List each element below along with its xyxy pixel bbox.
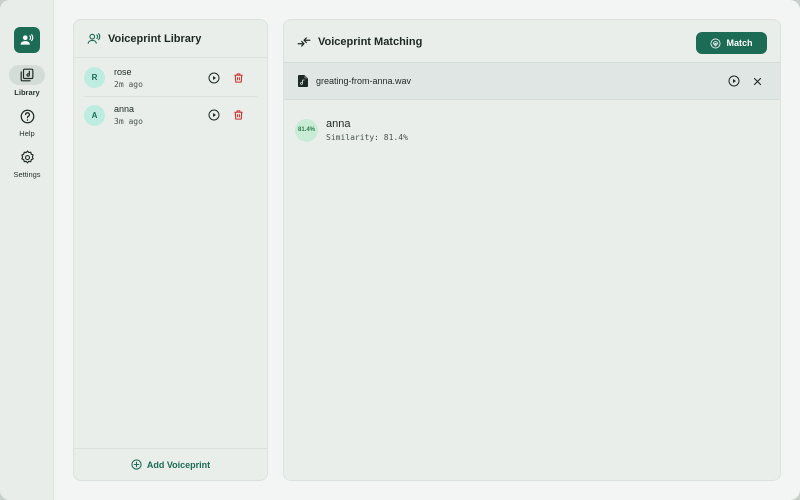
sidebar-item-label: Settings [13, 170, 41, 179]
matched-speaker-name: anna [326, 118, 351, 130]
voiceprint-name: anna [114, 104, 135, 114]
voice-user-icon [20, 34, 34, 45]
similarity-text: Similarity: 81.4% [326, 133, 408, 142]
audio-file-icon [298, 75, 308, 87]
list-item[interactable]: A anna 3m ago [84, 96, 257, 133]
voiceprint-name: rose [114, 66, 132, 77]
voiceprint-time: 2m ago [114, 79, 143, 89]
gear-icon [20, 149, 34, 163]
voiceprint-time: 3m ago [114, 117, 143, 126]
voiceprint-matching-panel: Voiceprint Matching Match greating-from-… [283, 19, 781, 481]
play-button[interactable] [207, 71, 221, 85]
avatar: R [84, 67, 105, 88]
audio-file-name: greating-from-anna.wav [316, 76, 412, 86]
remove-file-button[interactable] [750, 74, 764, 88]
match-button[interactable]: Match [696, 32, 767, 54]
add-voiceprint-button[interactable]: Add Voiceprint [74, 448, 267, 480]
selected-audio-file: greating-from-anna.wav [284, 62, 780, 100]
sidebar-item-settings[interactable]: Settings [0, 147, 54, 179]
app-window: Library Help Settings Voiceprint Library… [0, 0, 800, 500]
fingerprint-icon [710, 38, 721, 48]
sidebar-item-help[interactable]: Help [0, 106, 54, 138]
delete-button[interactable] [231, 108, 245, 122]
library-title: Voiceprint Library [108, 32, 202, 45]
match-label: Match [726, 38, 753, 48]
similarity-score-badge: 81.4% [295, 118, 318, 142]
library-header: Voiceprint Library [74, 20, 267, 58]
list-item[interactable]: R rose 2m ago [84, 59, 257, 96]
play-button[interactable] [207, 108, 221, 122]
sidebar-item-label: Library [14, 88, 40, 97]
add-voiceprint-label: Add Voiceprint [146, 459, 211, 470]
compare-arrows-icon [297, 37, 311, 47]
voice-user-icon [87, 32, 101, 44]
sidebar-item-library[interactable]: Library [0, 65, 54, 97]
trash-icon [233, 110, 243, 120]
delete-button[interactable] [231, 71, 245, 85]
match-result: 81.4% anna Similarity: 81.4% [295, 112, 769, 148]
help-icon [20, 109, 34, 123]
play-circle-icon [208, 72, 220, 83]
sidebar-rail: Library Help Settings [0, 0, 54, 500]
close-icon [753, 77, 761, 85]
play-file-button[interactable] [727, 74, 741, 88]
voiceprint-list: R rose 2m ago A anna 3m ago [74, 59, 267, 133]
play-circle-icon [728, 75, 740, 87]
sidebar-item-label: Help [19, 129, 35, 138]
app-logo [14, 27, 40, 53]
voiceprint-library-panel: Voiceprint Library R rose 2m ago A anna … [73, 19, 268, 481]
library-icon [20, 68, 34, 82]
trash-icon [233, 72, 243, 83]
avatar: A [84, 104, 105, 126]
matching-title: Voiceprint Matching [318, 36, 423, 48]
plus-circle-icon [131, 459, 142, 470]
play-circle-icon [208, 109, 220, 121]
